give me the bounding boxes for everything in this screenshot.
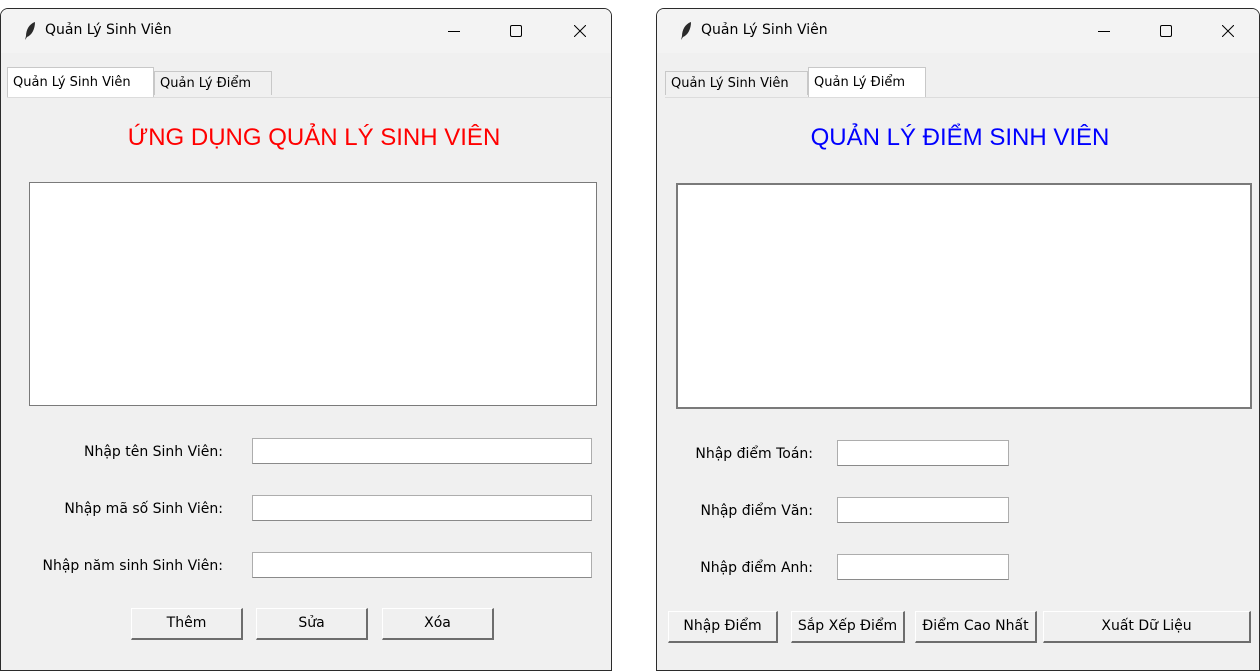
tab-student-management[interactable]: Quản Lý Sinh Viên [7,67,154,97]
english-score-field[interactable] [837,554,1009,580]
student-panel: ỨNG DỤNG QUẢN LÝ SINH VIÊN Nhập tên Sinh… [7,97,611,670]
literature-label: Nhập điểm Văn: [700,503,814,519]
maximize-icon [510,25,522,37]
page-title: QUẢN LÝ ĐIỂM SINH VIÊN [810,124,1110,151]
title-bar[interactable]: Quản Lý Sinh Viên [657,9,1259,53]
english-label: Nhập điểm Anh: [700,560,813,576]
maximize-icon [1160,25,1172,37]
birth-year-field[interactable] [252,552,592,578]
tab-grade-management[interactable]: Quản Lý Điểm [154,71,272,95]
minimize-button[interactable] [1081,17,1127,45]
tab-student-management[interactable]: Quản Lý Sinh Viên [665,71,808,95]
math-label: Nhập điểm Toán: [695,446,813,462]
add-button[interactable]: Thêm [131,608,243,640]
export-data-button[interactable]: Xuất Dữ Liệu [1043,611,1251,643]
enter-grades-button[interactable]: Nhập Điểm [668,611,778,643]
math-score-field[interactable] [837,440,1009,466]
title-bar[interactable]: Quản Lý Sinh Viên [1,9,611,53]
maximize-button[interactable] [1143,17,1189,45]
close-icon [1222,25,1234,37]
literature-score-field[interactable] [837,497,1009,523]
student-id-label: Nhập mã số Sinh Viên: [64,501,223,517]
window-title: Quản Lý Sinh Viên [45,22,172,38]
student-listbox[interactable] [29,182,597,406]
feather-icon [681,22,691,40]
name-label: Nhập tên Sinh Viên: [83,444,223,460]
grade-listbox[interactable] [676,183,1252,409]
edit-button[interactable]: Sửa [256,608,368,640]
window-title: Quản Lý Sinh Viên [701,22,828,38]
grade-window: Quản Lý Sinh Viên Quản Lý Sinh Viên Quản… [656,8,1260,671]
grade-panel: QUẢN LÝ ĐIỂM SINH VIÊN Nhập điểm Toán: N… [665,97,1259,670]
page-title: ỨNG DỤNG QUẢN LÝ SINH VIÊN [127,124,501,151]
student-window: Quản Lý Sinh Viên Quản Lý Sinh Viên Quản… [0,8,612,671]
minimize-button[interactable] [431,17,477,45]
minimize-icon [1098,31,1110,32]
close-icon [574,25,586,37]
tab-grade-management[interactable]: Quản Lý Điểm [808,67,926,97]
highest-score-button[interactable]: Điểm Cao Nhất [915,611,1037,643]
close-button[interactable] [1205,17,1251,45]
feather-icon [25,22,35,40]
delete-button[interactable]: Xóa [382,608,494,640]
birth-year-label: Nhập năm sinh Sinh Viên: [42,558,223,574]
close-button[interactable] [557,17,603,45]
maximize-button[interactable] [493,17,539,45]
student-name-field[interactable] [252,438,592,464]
student-id-field[interactable] [252,495,592,521]
minimize-icon [448,31,460,32]
sort-grades-button[interactable]: Sắp Xếp Điểm [791,611,905,643]
